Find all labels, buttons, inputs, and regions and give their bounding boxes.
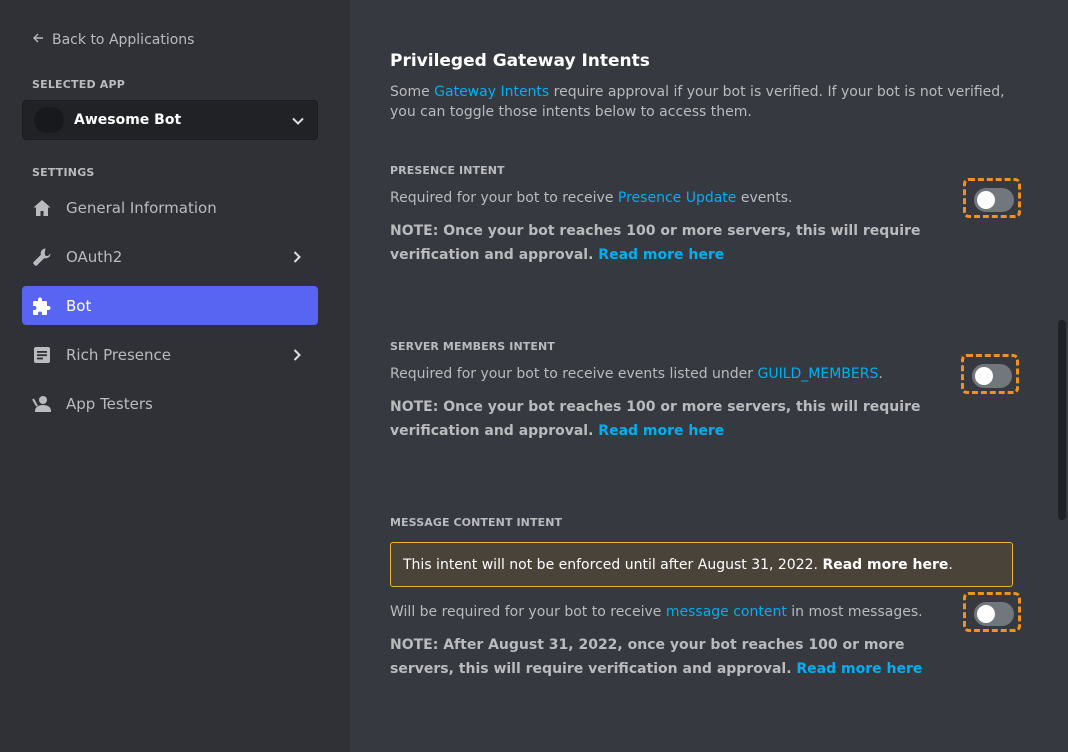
desc-suffix: events. bbox=[736, 190, 793, 206]
sidebar-item-label: General Information bbox=[66, 198, 217, 217]
selected-app-heading: SELECTED APP bbox=[32, 78, 126, 91]
chevron-right-icon bbox=[290, 347, 304, 361]
toggle-knob bbox=[977, 605, 995, 623]
server-members-toggle-highlight bbox=[961, 354, 1019, 394]
page-title: Privileged Gateway Intents bbox=[390, 51, 650, 71]
server-members-intent-heading: SERVER MEMBERS INTENT bbox=[390, 340, 555, 353]
message-content-intent-description: Will be required for your bot to receive… bbox=[390, 602, 950, 622]
presence-update-link[interactable]: Presence Update bbox=[618, 190, 737, 206]
back-link-label: Back to Applications bbox=[52, 32, 195, 48]
scrollbar-thumb[interactable] bbox=[1058, 320, 1066, 520]
intro-text: Some Gateway Intents require approval if… bbox=[390, 82, 1005, 122]
desc-suffix: in most messages. bbox=[786, 604, 923, 620]
gateway-intents-link[interactable]: Gateway Intents bbox=[434, 84, 549, 100]
sidebar-item-label: Bot bbox=[66, 296, 92, 315]
sidebar-item-general-information[interactable]: General Information bbox=[22, 188, 318, 227]
desc-prefix: Required for your bot to receive bbox=[390, 190, 618, 206]
app-avatar bbox=[34, 107, 64, 133]
warning-read-more-link[interactable]: Read more here bbox=[822, 557, 948, 573]
enforcement-warning-box: This intent will not be enforced until a… bbox=[390, 542, 1013, 587]
warning-text: This intent will not be enforced until a… bbox=[403, 556, 818, 573]
sidebar-item-label: Rich Presence bbox=[66, 345, 171, 364]
presence-intent-toggle[interactable] bbox=[974, 188, 1014, 212]
read-more-link[interactable]: Read more here bbox=[598, 247, 724, 263]
sidebar-item-label: OAuth2 bbox=[66, 247, 123, 266]
message-content-link[interactable]: message content bbox=[666, 604, 787, 620]
home-icon bbox=[32, 198, 52, 218]
read-more-link[interactable]: Read more here bbox=[796, 661, 922, 677]
presence-intent-description: Required for your bot to receive Presenc… bbox=[390, 188, 950, 208]
warning-suffix: . bbox=[948, 556, 953, 573]
sidebar-item-bot[interactable]: Bot bbox=[22, 286, 318, 325]
user-icon bbox=[32, 394, 52, 414]
desc-prefix: Will be required for your bot to receive bbox=[390, 604, 666, 620]
guild-members-link[interactable]: GUILD_MEMBERS bbox=[757, 366, 878, 382]
main-content: Privileged Gateway Intents Some Gateway … bbox=[350, 0, 1068, 752]
server-members-intent-note: NOTE: Once your bot reaches 100 or more … bbox=[390, 395, 945, 443]
sidebar-item-oauth2[interactable]: OAuth2 bbox=[22, 237, 318, 276]
presence-intent-note: NOTE: Once your bot reaches 100 or more … bbox=[390, 219, 945, 267]
wrench-icon bbox=[32, 247, 52, 267]
toggle-knob bbox=[975, 367, 993, 385]
sidebar: Back to Applications SELECTED APP Awesom… bbox=[0, 0, 350, 752]
intro-prefix: Some bbox=[390, 84, 435, 100]
desc-suffix: . bbox=[878, 366, 883, 382]
chevron-down-icon bbox=[291, 113, 305, 127]
sidebar-item-app-testers[interactable]: App Testers bbox=[22, 384, 318, 423]
message-content-intent-note: NOTE: After August 31, 2022, once your b… bbox=[390, 633, 945, 681]
document-icon bbox=[32, 345, 52, 365]
app-name: Awesome Bot bbox=[74, 112, 182, 128]
presence-toggle-highlight bbox=[963, 178, 1021, 218]
message-content-toggle-highlight bbox=[963, 592, 1021, 632]
server-members-intent-description: Required for your bot to receive events … bbox=[390, 364, 950, 384]
back-to-applications-link[interactable]: Back to Applications bbox=[32, 32, 194, 48]
message-content-intent-toggle[interactable] bbox=[974, 602, 1014, 626]
chevron-right-icon bbox=[290, 249, 304, 263]
presence-intent-heading: PRESENCE INTENT bbox=[390, 164, 505, 177]
server-members-intent-toggle[interactable] bbox=[972, 364, 1012, 388]
desc-prefix: Required for your bot to receive events … bbox=[390, 366, 758, 382]
puzzle-icon bbox=[32, 296, 52, 316]
sidebar-item-rich-presence[interactable]: Rich Presence bbox=[22, 335, 318, 374]
arrow-left-icon bbox=[32, 32, 46, 48]
message-content-intent-heading: MESSAGE CONTENT INTENT bbox=[390, 516, 563, 529]
read-more-link[interactable]: Read more here bbox=[598, 423, 724, 439]
app-selector[interactable]: Awesome Bot bbox=[22, 100, 318, 140]
settings-heading: SETTINGS bbox=[32, 166, 95, 179]
sidebar-item-label: App Testers bbox=[66, 394, 153, 413]
toggle-knob bbox=[977, 191, 995, 209]
